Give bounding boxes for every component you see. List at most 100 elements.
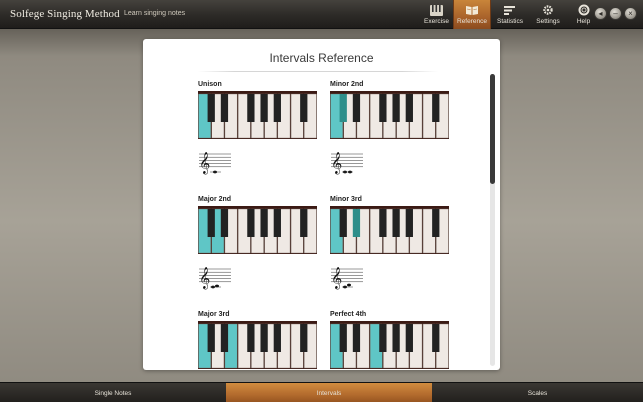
black-key (432, 94, 440, 122)
back-button[interactable]: ◂ (594, 7, 607, 20)
black-key (352, 94, 361, 122)
interval-card[interactable]: Unison 𝄞 (198, 81, 318, 176)
black-key (247, 209, 255, 237)
black-key (260, 324, 268, 352)
tab-single-notes[interactable]: Single Notes (0, 383, 226, 402)
staff-notation: 𝄞 (199, 152, 231, 175)
interval-name: Major 3rd (198, 311, 230, 318)
interval-card[interactable]: Major 2nd 𝄞 (198, 196, 318, 291)
black-key (379, 209, 387, 237)
black-key (207, 94, 215, 122)
black-key (379, 94, 387, 122)
piano-keyboard[interactable] (330, 206, 449, 254)
treble-clef-icon: 𝄞 (331, 267, 342, 290)
piano-keyboard[interactable] (198, 321, 317, 369)
statistics-icon (503, 4, 517, 16)
nav-reference-label: Reference (457, 18, 487, 25)
app-title: Solfege Singing Method (10, 8, 120, 20)
black-key (220, 94, 229, 122)
tab-intervals[interactable]: Intervals (226, 383, 432, 402)
nav-settings-label: Settings (536, 18, 560, 25)
black-key (392, 94, 400, 122)
interval-card[interactable]: Perfect 4th𝄞 (330, 311, 450, 370)
nav-help-label: Help (576, 18, 591, 25)
black-key (273, 94, 281, 122)
tab-scales-label: Scales (527, 389, 548, 397)
tab-intervals-label: Intervals (316, 389, 342, 397)
tab-single-notes-label: Single Notes (94, 389, 132, 397)
interval-name: Perfect 4th (330, 311, 367, 318)
piano-keyboard[interactable] (198, 91, 317, 139)
treble-clef-icon: 𝄞 (199, 152, 210, 175)
staff-notation: 𝄞 (199, 267, 231, 290)
intervals-reference-panel: Intervals Reference Unison 𝄞 Minor 2nd 𝄞 Maj… (143, 39, 500, 370)
bottom-tab-bar: Single Notes Intervals Scales (0, 382, 643, 402)
nav-statistics-label: Statistics (496, 18, 523, 25)
black-key (260, 94, 268, 122)
black-key (300, 94, 308, 122)
black-key (379, 324, 387, 352)
scrollbar[interactable] (490, 74, 495, 366)
close-button[interactable]: × (624, 7, 637, 20)
help-icon (577, 4, 591, 16)
black-key (207, 209, 215, 237)
black-key (247, 94, 255, 122)
app-subtitle: Learn singing notes (124, 10, 186, 17)
tab-scales[interactable]: Scales (432, 383, 643, 402)
top-bar: Solfege Singing Method Learn singing not… (0, 0, 643, 29)
black-key (405, 209, 413, 237)
minimize-icon: – (613, 8, 618, 18)
interval-card[interactable]: Major 3rd𝄞 (198, 311, 318, 370)
nav-exercise-label: Exercise (424, 18, 449, 25)
note-head (347, 283, 351, 287)
black-key (405, 94, 413, 122)
interval-name: Minor 2nd (330, 81, 364, 88)
close-icon: × (628, 8, 633, 18)
exercise-icon (430, 4, 444, 16)
staff-notation: 𝄞 (331, 152, 363, 175)
treble-clef-icon: 𝄞 (199, 267, 210, 290)
page-title: Intervals Reference (269, 51, 374, 65)
black-key (339, 94, 347, 122)
black-key (273, 324, 281, 352)
window-controls: ◂ – × (594, 7, 639, 20)
black-key (405, 324, 413, 352)
black-key (432, 209, 440, 237)
black-key (247, 324, 255, 352)
black-key (273, 209, 281, 237)
scrollbar-thumb[interactable] (490, 74, 495, 184)
black-key (220, 209, 229, 237)
interval-card[interactable]: Minor 2nd 𝄞 (330, 81, 450, 176)
black-key (300, 209, 308, 237)
black-key (392, 209, 400, 237)
black-key (352, 324, 361, 352)
reference-icon (465, 4, 479, 16)
piano-keyboard[interactable] (330, 91, 449, 139)
nav-statistics[interactable]: Statistics (491, 0, 529, 29)
black-key (300, 324, 308, 352)
black-key (432, 324, 440, 352)
interval-name: Major 2nd (198, 196, 232, 203)
staff-notation: 𝄞 (331, 267, 363, 290)
interval-card[interactable]: Minor 3rd 𝄞 (330, 196, 450, 291)
minimize-button[interactable]: – (609, 7, 622, 20)
piano-keyboard[interactable] (330, 321, 449, 369)
interval-name: Unison (198, 81, 222, 88)
black-key (339, 209, 347, 237)
main-nav: Exercise Reference Statistics Settings H… (420, 0, 600, 29)
black-key (352, 209, 361, 237)
black-key (220, 324, 229, 352)
nav-exercise[interactable]: Exercise (420, 0, 453, 29)
title-divider (198, 71, 438, 72)
settings-icon (541, 4, 555, 16)
black-key (339, 324, 347, 352)
nav-reference[interactable]: Reference (453, 0, 491, 29)
nav-settings[interactable]: Settings (529, 0, 567, 29)
interval-name: Minor 3rd (330, 196, 362, 203)
black-key (392, 324, 400, 352)
black-key (260, 209, 268, 237)
piano-keyboard[interactable] (198, 206, 317, 254)
treble-clef-icon: 𝄞 (331, 152, 342, 175)
black-key (207, 324, 215, 352)
back-icon: ◂ (598, 8, 603, 18)
